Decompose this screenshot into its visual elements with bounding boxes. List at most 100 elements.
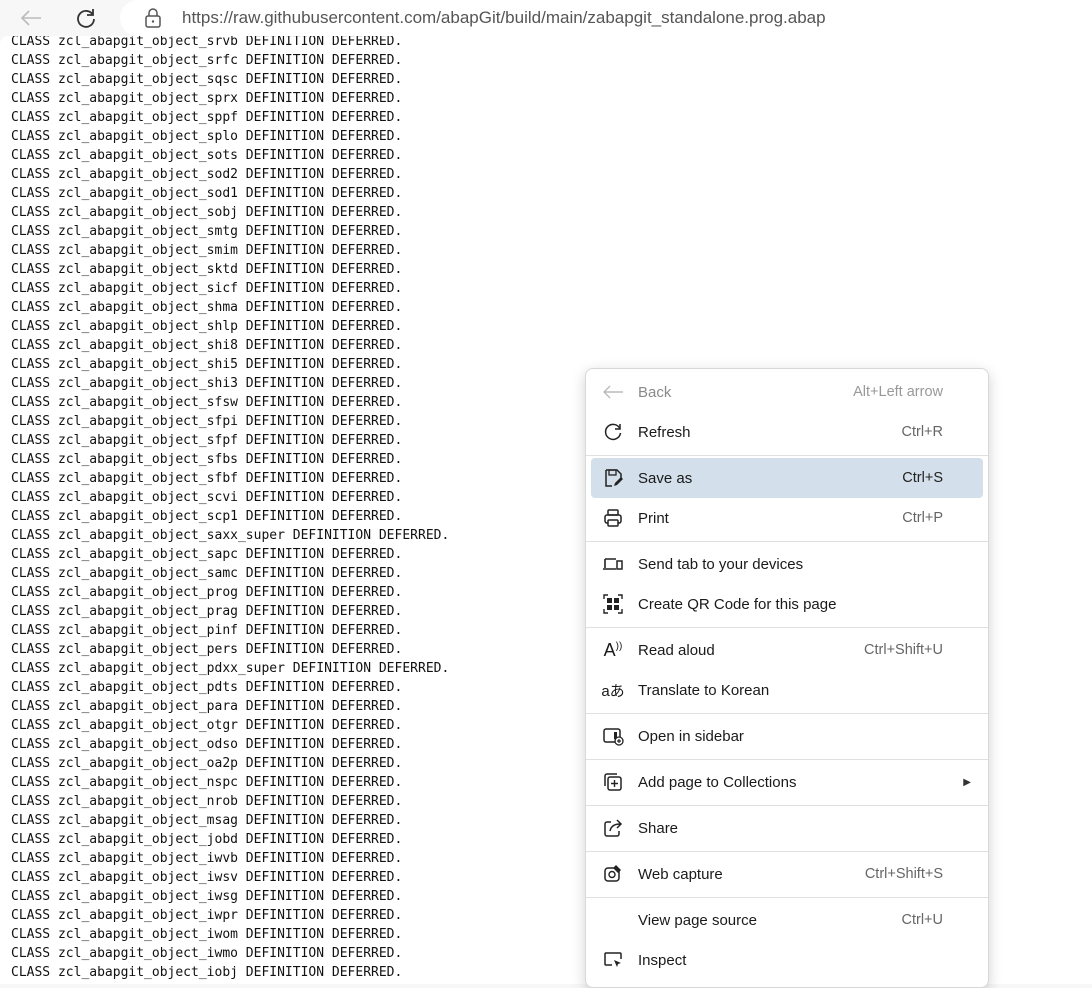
code-line: CLASS zcl_abapgit_object_sobj DEFINITION… (11, 204, 403, 220)
menu-item-inspect[interactable]: Inspect (591, 940, 983, 980)
code-line: CLASS zcl_abapgit_object_oa2p DEFINITION… (11, 755, 403, 771)
menu-separator (586, 626, 988, 628)
menu-item-print[interactable]: Print Ctrl+P (591, 498, 983, 538)
inspect-icon (601, 948, 625, 972)
menu-item-web-capture[interactable]: Web capture Ctrl+Shift+S (591, 854, 983, 894)
menu-shortcut: Alt+Left arrow (853, 384, 943, 400)
devices-icon (601, 552, 625, 576)
browser-toolbar: https://raw.githubusercontent.com/abapGi… (0, 0, 1092, 36)
save-icon (601, 466, 625, 490)
code-line: CLASS zcl_abapgit_object_splo DEFINITION… (11, 128, 403, 144)
code-line: CLASS zcl_abapgit_object_iwsv DEFINITION… (11, 869, 403, 885)
code-line: CLASS zcl_abapgit_object_sqsc DEFINITION… (11, 71, 403, 87)
code-line: CLASS zcl_abapgit_object_pdxx_super DEFI… (11, 660, 450, 676)
code-line: CLASS zcl_abapgit_object_shi5 DEFINITION… (11, 356, 403, 372)
code-line: CLASS zcl_abapgit_object_sfbs DEFINITION… (11, 451, 403, 467)
menu-item-refresh[interactable]: Refresh Ctrl+R (591, 412, 983, 452)
code-line: CLASS zcl_abapgit_object_sots DEFINITION… (11, 147, 403, 163)
menu-label: Web capture (638, 865, 723, 883)
read-aloud-icon: A)) (603, 639, 623, 660)
qr-code-icon (601, 592, 625, 616)
menu-label: Refresh (638, 423, 691, 441)
menu-item-open-sidebar[interactable]: Open in sidebar (591, 716, 983, 756)
menu-shortcut: Ctrl+U (901, 912, 944, 928)
code-line: CLASS zcl_abapgit_object_sod1 DEFINITION… (11, 185, 403, 201)
back-arrow-icon (601, 380, 625, 404)
menu-separator (586, 758, 988, 760)
code-line: CLASS zcl_abapgit_object_srvb DEFINITION… (11, 36, 403, 49)
code-line: CLASS zcl_abapgit_object_srfc DEFINITION… (11, 52, 403, 68)
code-line: CLASS zcl_abapgit_object_nrob DEFINITION… (11, 793, 403, 809)
menu-label: View page source (638, 911, 757, 929)
menu-label: Back (638, 383, 672, 401)
menu-label: Open in sidebar (638, 727, 744, 745)
code-line: CLASS zcl_abapgit_object_samc DEFINITION… (11, 565, 403, 581)
source-code: CLASS zcl_abapgit_object_srvb DEFINITION… (11, 36, 449, 982)
menu-separator (586, 540, 988, 542)
menu-separator (586, 712, 988, 714)
menu-item-save-as[interactable]: Save as Ctrl+S (591, 458, 983, 498)
code-line: CLASS zcl_abapgit_object_saxx_super DEFI… (11, 527, 450, 543)
code-line: CLASS zcl_abapgit_object_prog DEFINITION… (11, 584, 403, 600)
menu-label: Inspect (638, 951, 687, 969)
code-line: CLASS zcl_abapgit_object_sod2 DEFINITION… (11, 166, 403, 182)
menu-shortcut: Ctrl+Shift+S (864, 866, 943, 882)
menu-label: Add page to Collections (638, 773, 797, 791)
menu-item-back[interactable]: Back Alt+Left arrow (591, 372, 983, 412)
code-line: CLASS zcl_abapgit_object_sicf DEFINITION… (11, 280, 403, 296)
refresh-icon (77, 9, 95, 28)
refresh-button[interactable] (72, 4, 100, 32)
menu-shortcut: Ctrl+S (902, 470, 943, 486)
menu-separator (586, 896, 988, 898)
menu-item-qr-code[interactable]: Create QR Code for this page (591, 584, 983, 624)
code-line: CLASS zcl_abapgit_object_scp1 DEFINITION… (11, 508, 403, 524)
context-menu: Back Alt+Left arrow Refresh Ctrl+R Save … (585, 368, 989, 988)
address-bar[interactable]: https://raw.githubusercontent.com/abapGi… (120, 0, 1092, 36)
code-line: CLASS zcl_abapgit_object_sktd DEFINITION… (11, 261, 403, 277)
print-icon (601, 506, 625, 530)
code-line: CLASS zcl_abapgit_object_sfpi DEFINITION… (11, 413, 403, 429)
menu-separator (586, 804, 988, 806)
code-line: CLASS zcl_abapgit_object_shlp DEFINITION… (11, 318, 403, 334)
translate-icon: aあ (601, 682, 625, 700)
code-line: CLASS zcl_abapgit_object_prag DEFINITION… (11, 603, 403, 619)
code-line: CLASS zcl_abapgit_object_pinf DEFINITION… (11, 622, 403, 638)
menu-item-send-tab[interactable]: Send tab to your devices (591, 544, 983, 584)
code-line: CLASS zcl_abapgit_object_shi8 DEFINITION… (11, 337, 403, 353)
code-line: CLASS zcl_abapgit_object_smim DEFINITION… (11, 242, 403, 258)
code-line: CLASS zcl_abapgit_object_otgr DEFINITION… (11, 717, 403, 733)
submenu-arrow-icon: ▶ (963, 776, 971, 788)
code-line: CLASS zcl_abapgit_object_iwvb DEFINITION… (11, 850, 403, 866)
collections-icon (601, 770, 625, 794)
sidebar-icon (601, 724, 625, 748)
code-line: CLASS zcl_abapgit_object_jobd DEFINITION… (11, 831, 403, 847)
menu-item-share[interactable]: Share (591, 808, 983, 848)
code-line: CLASS zcl_abapgit_object_para DEFINITION… (11, 698, 403, 714)
code-line: CLASS zcl_abapgit_object_odso DEFINITION… (11, 736, 403, 752)
web-capture-icon (601, 862, 625, 886)
menu-label: Share (638, 819, 679, 837)
menu-item-collections[interactable]: Add page to Collections ▶ (591, 762, 983, 802)
url-text: https://raw.githubusercontent.com/abapGi… (182, 8, 826, 27)
menu-shortcut: Ctrl+Shift+U (864, 642, 943, 658)
menu-item-view-source[interactable]: View page source Ctrl+U (591, 900, 983, 940)
code-line: CLASS zcl_abapgit_object_iwsg DEFINITION… (11, 888, 403, 904)
back-button[interactable] (17, 4, 45, 32)
code-line: CLASS zcl_abapgit_object_sfbf DEFINITION… (11, 470, 403, 486)
code-line: CLASS zcl_abapgit_object_sfsw DEFINITION… (11, 394, 403, 410)
menu-label: Translate to Korean (638, 681, 770, 699)
menu-label: Read aloud (638, 641, 715, 659)
menu-item-translate[interactable]: aあ Translate to Korean (591, 670, 983, 710)
code-line: CLASS zcl_abapgit_object_sppf DEFINITION… (11, 109, 403, 125)
menu-item-read-aloud[interactable]: A)) Read aloud Ctrl+Shift+U (591, 630, 983, 670)
menu-separator (586, 850, 988, 852)
code-line: CLASS zcl_abapgit_object_iwpr DEFINITION… (11, 907, 403, 923)
code-line: CLASS zcl_abapgit_object_iwmo DEFINITION… (11, 945, 403, 961)
code-line: CLASS zcl_abapgit_object_smtg DEFINITION… (11, 223, 403, 239)
code-line: CLASS zcl_abapgit_object_scvi DEFINITION… (11, 489, 403, 505)
code-line: CLASS zcl_abapgit_object_sprx DEFINITION… (11, 90, 403, 106)
code-line: CLASS zcl_abapgit_object_iwom DEFINITION… (11, 926, 403, 942)
code-line: CLASS zcl_abapgit_object_shma DEFINITION… (11, 299, 403, 315)
code-line: CLASS zcl_abapgit_object_msag DEFINITION… (11, 812, 403, 828)
code-line: CLASS zcl_abapgit_object_pdts DEFINITION… (11, 679, 403, 695)
